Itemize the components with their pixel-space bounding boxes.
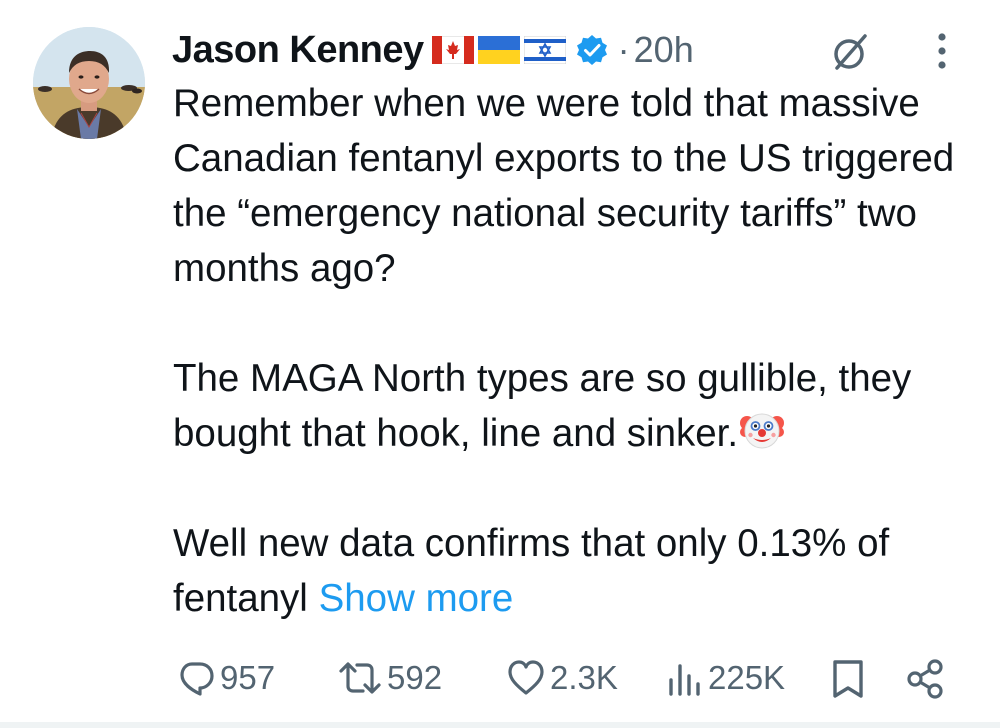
- views-icon: [669, 664, 700, 696]
- verified-badge-icon[interactable]: [576, 34, 608, 66]
- timestamp[interactable]: 20h: [634, 29, 694, 71]
- tweet[interactable]: Jason Kenney · 20h Remember when we were…: [0, 0, 1000, 728]
- reply-button[interactable]: 957: [176, 651, 275, 705]
- more-options-icon[interactable]: [927, 28, 957, 74]
- author-name[interactable]: Jason Kenney: [172, 29, 424, 72]
- like-icon: [508, 660, 544, 695]
- share-icon[interactable]: [905, 658, 947, 700]
- tweet-paragraph-3: Well new data confirms that only 0.13% o…: [173, 516, 973, 626]
- tweet-paragraph-3-text: Well new data confirms that only 0.13% o…: [173, 522, 890, 620]
- tweet-paragraph-2: The MAGA North types are so gullible, th…: [173, 351, 973, 461]
- author-flags: [431, 36, 566, 64]
- views-count: 225K: [708, 659, 786, 696]
- views-button[interactable]: 225K: [664, 651, 785, 705]
- repost-icon: [339, 662, 381, 694]
- show-more-link[interactable]: Show more: [319, 577, 514, 620]
- time-separator: ·: [617, 29, 630, 70]
- israel-flag-icon: [523, 36, 566, 64]
- like-count: 2.3K: [550, 659, 618, 696]
- clown-face-icon: [740, 413, 785, 449]
- repost-button[interactable]: 592: [337, 651, 442, 705]
- ukraine-flag-icon: [477, 36, 520, 64]
- tweet-text: Remember when we were told that massive …: [173, 76, 973, 626]
- tweet-divider: [0, 722, 1000, 728]
- tweet-paragraph-2-text: The MAGA North types are so gullible, th…: [173, 357, 912, 455]
- tweet-paragraph-1: Remember when we were told that massive …: [173, 82, 955, 290]
- reply-icon: [180, 662, 214, 696]
- grok-icon[interactable]: [829, 30, 873, 74]
- avatar[interactable]: [33, 27, 145, 139]
- canada-flag-icon: [431, 36, 474, 64]
- reply-count: 957: [220, 659, 276, 696]
- like-button[interactable]: 2.3K: [506, 651, 618, 705]
- bookmark-icon[interactable]: [830, 658, 866, 700]
- repost-count: 592: [387, 659, 443, 696]
- action-bar: 957 592 2.3K 225K: [172, 651, 962, 705]
